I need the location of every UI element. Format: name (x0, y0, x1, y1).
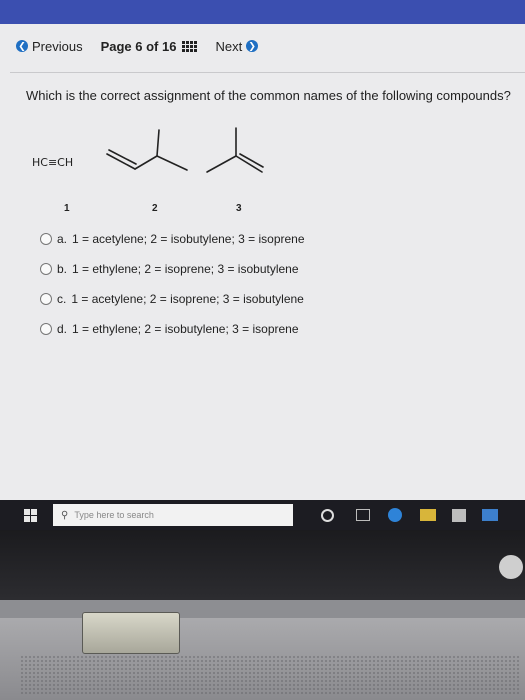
file-explorer-icon[interactable] (420, 509, 436, 521)
windows-taskbar: ⚲ Type here to search (0, 500, 525, 530)
option-letter: b. (57, 262, 68, 276)
option-text: 1 = ethylene; 2 = isoprene; 3 = isobutyl… (72, 262, 299, 276)
next-button[interactable]: Next ❯ (215, 38, 259, 54)
next-label: Next (215, 38, 243, 54)
compound-3-structure (206, 127, 264, 173)
compound-label-1: 1 (64, 203, 70, 214)
option-a[interactable]: a. 1 = acetylene; 2 = isobutylene; 3 = i… (40, 232, 305, 246)
page-grid-icon[interactable] (182, 40, 198, 52)
compound-1-structure: HC≡CH (32, 156, 73, 169)
browser-screen: ❮ Previous Page 6 of 16 Next ❯ Which is … (0, 0, 525, 530)
option-b[interactable]: b. 1 = ethylene; 2 = isoprene; 3 = isobu… (40, 262, 305, 276)
edge-icon[interactable] (388, 508, 402, 522)
divider (10, 72, 525, 73)
option-text: 1 = acetylene; 2 = isoprene; 3 = isobuty… (71, 292, 304, 306)
compound-2-structure (106, 129, 188, 171)
radio-button[interactable] (40, 263, 52, 275)
question-text: Which is the correct assignment of the c… (26, 88, 511, 103)
laptop-bezel (0, 530, 525, 600)
search-icon: ⚲ (61, 509, 69, 521)
taskbar-search-box[interactable]: ⚲ Type here to search (53, 504, 293, 526)
compound-1-formula: HC≡CH (32, 156, 74, 169)
speaker-grille (20, 655, 520, 695)
previous-button[interactable]: ❮ Previous (16, 39, 83, 54)
option-text: 1 = ethylene; 2 = isobutylene; 3 = isopr… (72, 322, 299, 336)
browser-top-band (0, 0, 525, 24)
radio-button[interactable] (40, 293, 52, 305)
previous-label: Previous (32, 38, 83, 54)
option-text: 1 = acetylene; 2 = isobutylene; 3 = isop… (72, 232, 305, 246)
quiz-navigation-bar: ❮ Previous Page 6 of 16 Next ❯ (0, 24, 525, 68)
laptop-hinge (0, 600, 525, 618)
laptop-logo-icon (499, 555, 523, 579)
radio-button[interactable] (40, 323, 52, 335)
cortana-icon[interactable] (321, 508, 334, 522)
option-d[interactable]: d. 1 = ethylene; 2 = isobutylene; 3 = is… (40, 322, 305, 336)
option-letter: a. (57, 232, 68, 246)
chevron-right-circle-icon: ❯ (246, 40, 259, 52)
radio-button[interactable] (40, 233, 52, 245)
task-view-icon[interactable] (356, 509, 370, 521)
answer-options: a. 1 = acetylene; 2 = isobutylene; 3 = i… (40, 232, 305, 352)
compound-label-2: 2 (152, 203, 158, 214)
laptop-latch (82, 612, 180, 654)
option-letter: d. (57, 322, 68, 336)
mail-icon[interactable] (482, 509, 498, 521)
page-indicator: Page 6 of 16 (100, 38, 177, 54)
chevron-left-circle-icon: ❮ (16, 40, 28, 52)
windows-start-icon[interactable] (24, 508, 37, 522)
search-placeholder: Type here to search (74, 510, 154, 520)
store-icon[interactable] (452, 508, 466, 522)
option-c[interactable]: c. 1 = acetylene; 2 = isoprene; 3 = isob… (40, 292, 305, 306)
option-letter: c. (57, 292, 67, 306)
compound-label-3: 3 (236, 203, 242, 214)
